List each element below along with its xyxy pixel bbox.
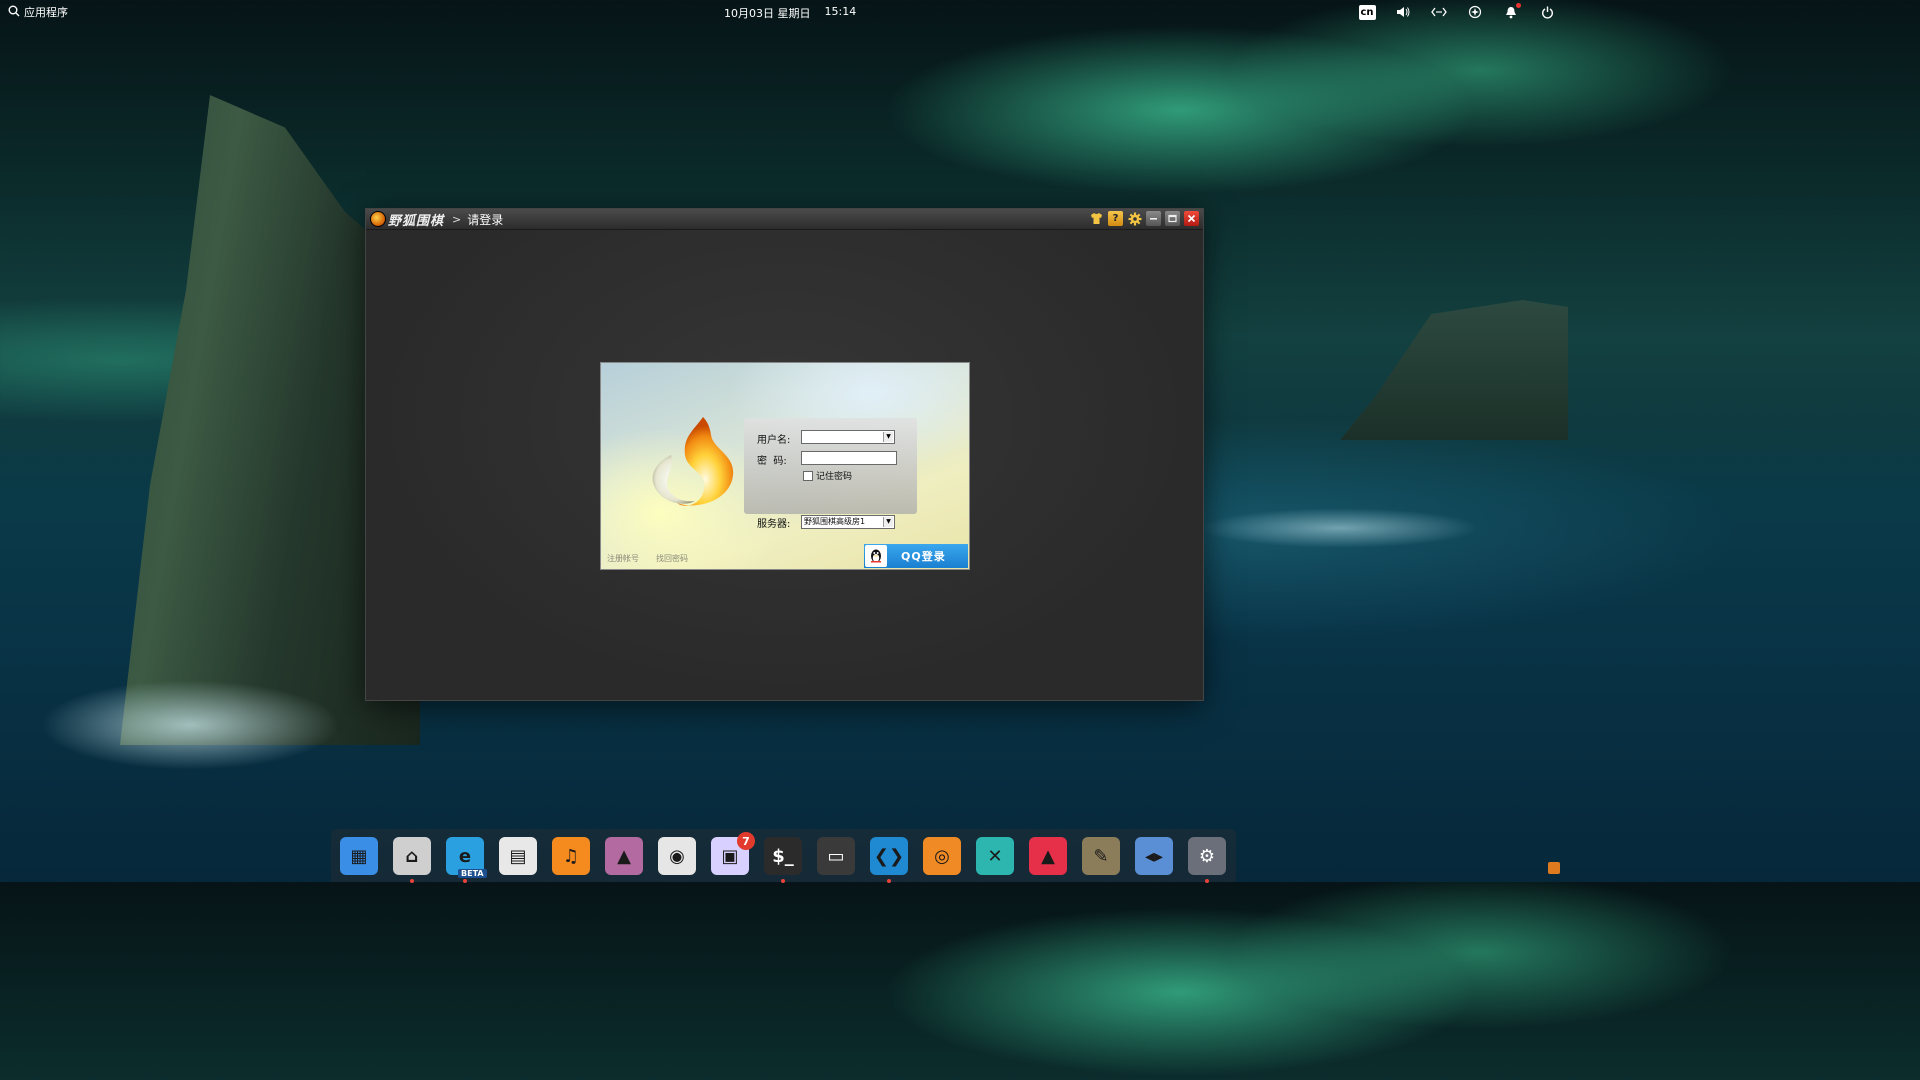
app-logo: 野狐围棋 bbox=[370, 210, 444, 229]
music-icon: ♫ bbox=[562, 845, 580, 867]
dock-item-arrow-app[interactable]: ▲ bbox=[1029, 837, 1067, 875]
app-name: 野狐围棋 bbox=[388, 213, 445, 229]
file-manager-icon: ⌂ bbox=[405, 845, 419, 867]
dock-item-file-manager[interactable]: ⌂ bbox=[393, 837, 431, 883]
skin-icon[interactable] bbox=[1089, 211, 1104, 226]
gimp-icon: ✎ bbox=[1093, 845, 1109, 867]
terminal-icon: $_ bbox=[772, 845, 794, 867]
username-label: 用户名: bbox=[757, 435, 791, 446]
running-indicator bbox=[781, 879, 785, 883]
remember-password-label: 记住密码 bbox=[816, 472, 853, 482]
remember-password[interactable]: 记住密码 bbox=[803, 469, 852, 482]
dev-tool-icon: ◂▸ bbox=[1144, 845, 1164, 867]
wallpaper-surf-right bbox=[1200, 508, 1480, 548]
power-icon[interactable] bbox=[1538, 3, 1556, 21]
username-combobox[interactable]: ▼ bbox=[801, 430, 895, 444]
top-panel: 应用程序 10月03日 星期日 15:14 cn bbox=[0, 0, 1568, 24]
night-light-icon[interactable] bbox=[1466, 3, 1484, 21]
time-text: 15:14 bbox=[824, 5, 857, 18]
ime-badge: cn bbox=[1358, 4, 1376, 20]
running-indicator bbox=[887, 879, 891, 883]
fox-logo-icon bbox=[370, 211, 386, 227]
dock: ▦ ⌂ e BETA ▤ ♫ ▲ ◉ ▣ 7 $_ ▭ ❮❯ ◎ ✕ ▲ ✎ ◂▸ ⚙ bbox=[331, 829, 1236, 883]
running-indicator bbox=[1205, 879, 1209, 883]
server-label: 服务器: bbox=[757, 519, 791, 530]
arrow-app-icon: ▲ bbox=[1041, 845, 1055, 867]
dock-item-settings-toggle[interactable]: ◉ bbox=[658, 837, 696, 875]
help-icon[interactable]: ? bbox=[1108, 211, 1123, 226]
dock-item-remote-desktop[interactable]: ✕ bbox=[976, 837, 1014, 875]
dock-item-system-settings[interactable]: ⚙ bbox=[1188, 837, 1226, 883]
dock-item-dev-tool[interactable]: ◂▸ bbox=[1135, 837, 1173, 875]
dock-item-image-viewer[interactable]: ▲ bbox=[605, 837, 643, 875]
qq-penguin-icon bbox=[865, 545, 887, 567]
dock-item-blender[interactable]: ◎ bbox=[923, 837, 961, 875]
window-titlebar[interactable]: 野狐围棋 > 请登录 ? bbox=[366, 209, 1203, 230]
login-window: 野狐围棋 > 请登录 ? 用户名: ▼ 密 码: 记住密码 服务器: 野狐围棋高… bbox=[365, 208, 1204, 701]
notification-badge: 7 bbox=[737, 832, 755, 850]
system-settings-icon: ⚙ bbox=[1198, 845, 1216, 867]
register-link[interactable]: 注册帐号 bbox=[607, 553, 639, 564]
dock-item-gimp[interactable]: ✎ bbox=[1082, 837, 1120, 875]
flame-logo-icon bbox=[652, 417, 734, 506]
maximize-icon[interactable] bbox=[1165, 211, 1180, 226]
tray-indicator-icon[interactable] bbox=[1548, 862, 1560, 874]
titlebar-actions: ? bbox=[1089, 211, 1199, 226]
dock-item-multitasking-view[interactable]: ▦ bbox=[340, 837, 378, 875]
dock-item-app-store[interactable]: ▣ 7 bbox=[711, 832, 755, 875]
qq-login-button[interactable]: QQ登录 bbox=[864, 544, 968, 568]
running-indicator bbox=[463, 879, 467, 883]
screenshot-icon: ▭ bbox=[827, 845, 845, 867]
login-panel: 用户名: ▼ 密 码: 记住密码 服务器: 野狐围棋高级房1 ▼ 注册帐号 找回… bbox=[600, 362, 970, 570]
settings-icon[interactable] bbox=[1127, 211, 1142, 226]
qq-login-label: QQ登录 bbox=[901, 550, 946, 563]
system-tray: cn bbox=[1358, 3, 1556, 21]
notifications-icon[interactable] bbox=[1502, 3, 1521, 21]
volume-icon[interactable] bbox=[1394, 3, 1412, 21]
vscode-icon: ❮❯ bbox=[873, 845, 905, 867]
window-title: 请登录 bbox=[467, 212, 504, 227]
dock-item-terminal[interactable]: $_ bbox=[764, 837, 802, 883]
image-viewer-icon: ▲ bbox=[617, 845, 631, 867]
dock-item-screenshot[interactable]: ▭ bbox=[817, 837, 855, 875]
dock-item-edge-browser-beta[interactable]: e BETA bbox=[446, 837, 487, 883]
applications-button[interactable]: 应用程序 bbox=[8, 4, 68, 20]
calendar-icon: ▤ bbox=[509, 845, 527, 867]
remember-password-checkbox[interactable] bbox=[803, 470, 813, 481]
dock-item-vscode[interactable]: ❮❯ bbox=[870, 837, 908, 883]
settings-toggle-icon: ◉ bbox=[669, 845, 685, 867]
multitasking-view-icon: ▦ bbox=[350, 845, 368, 867]
search-icon bbox=[8, 5, 20, 20]
edge-browser-beta-icon: e bbox=[458, 845, 472, 867]
password-field[interactable] bbox=[801, 451, 897, 465]
breadcrumb-separator: > bbox=[452, 212, 462, 226]
find-password-link[interactable]: 找回密码 bbox=[656, 553, 688, 564]
input-method-indicator[interactable]: cn bbox=[1358, 3, 1376, 21]
blender-icon: ◎ bbox=[934, 845, 950, 867]
minimize-icon[interactable] bbox=[1146, 211, 1161, 226]
beta-tag: BETA bbox=[458, 869, 487, 878]
app-store-icon: ▣ bbox=[721, 845, 739, 867]
running-indicator bbox=[410, 879, 414, 883]
notification-dot bbox=[1516, 3, 1521, 8]
window-content: 用户名: ▼ 密 码: 记住密码 服务器: 野狐围棋高级房1 ▼ 注册帐号 找回… bbox=[366, 230, 1203, 700]
clock[interactable]: 10月03日 星期日 15:14 bbox=[724, 5, 856, 21]
server-select[interactable]: 野狐围棋高级房1 ▼ bbox=[801, 515, 895, 529]
server-value: 野狐围棋高级房1 bbox=[804, 517, 866, 526]
server-dropdown-arrow-icon[interactable]: ▼ bbox=[883, 517, 893, 527]
network-icon[interactable] bbox=[1430, 3, 1448, 21]
close-icon[interactable] bbox=[1184, 211, 1199, 226]
wallpaper-cliff-right bbox=[1340, 300, 1568, 440]
wallpaper-surf bbox=[40, 680, 340, 770]
dock-item-calendar[interactable]: ▤ bbox=[499, 837, 537, 875]
applications-label: 应用程序 bbox=[24, 6, 68, 19]
date-text: 10月03日 星期日 bbox=[724, 7, 811, 20]
password-label: 密 码: bbox=[757, 456, 787, 467]
remote-desktop-icon: ✕ bbox=[987, 845, 1003, 867]
dock-item-music[interactable]: ♫ bbox=[552, 837, 590, 875]
username-dropdown-arrow-icon[interactable]: ▼ bbox=[883, 432, 893, 442]
